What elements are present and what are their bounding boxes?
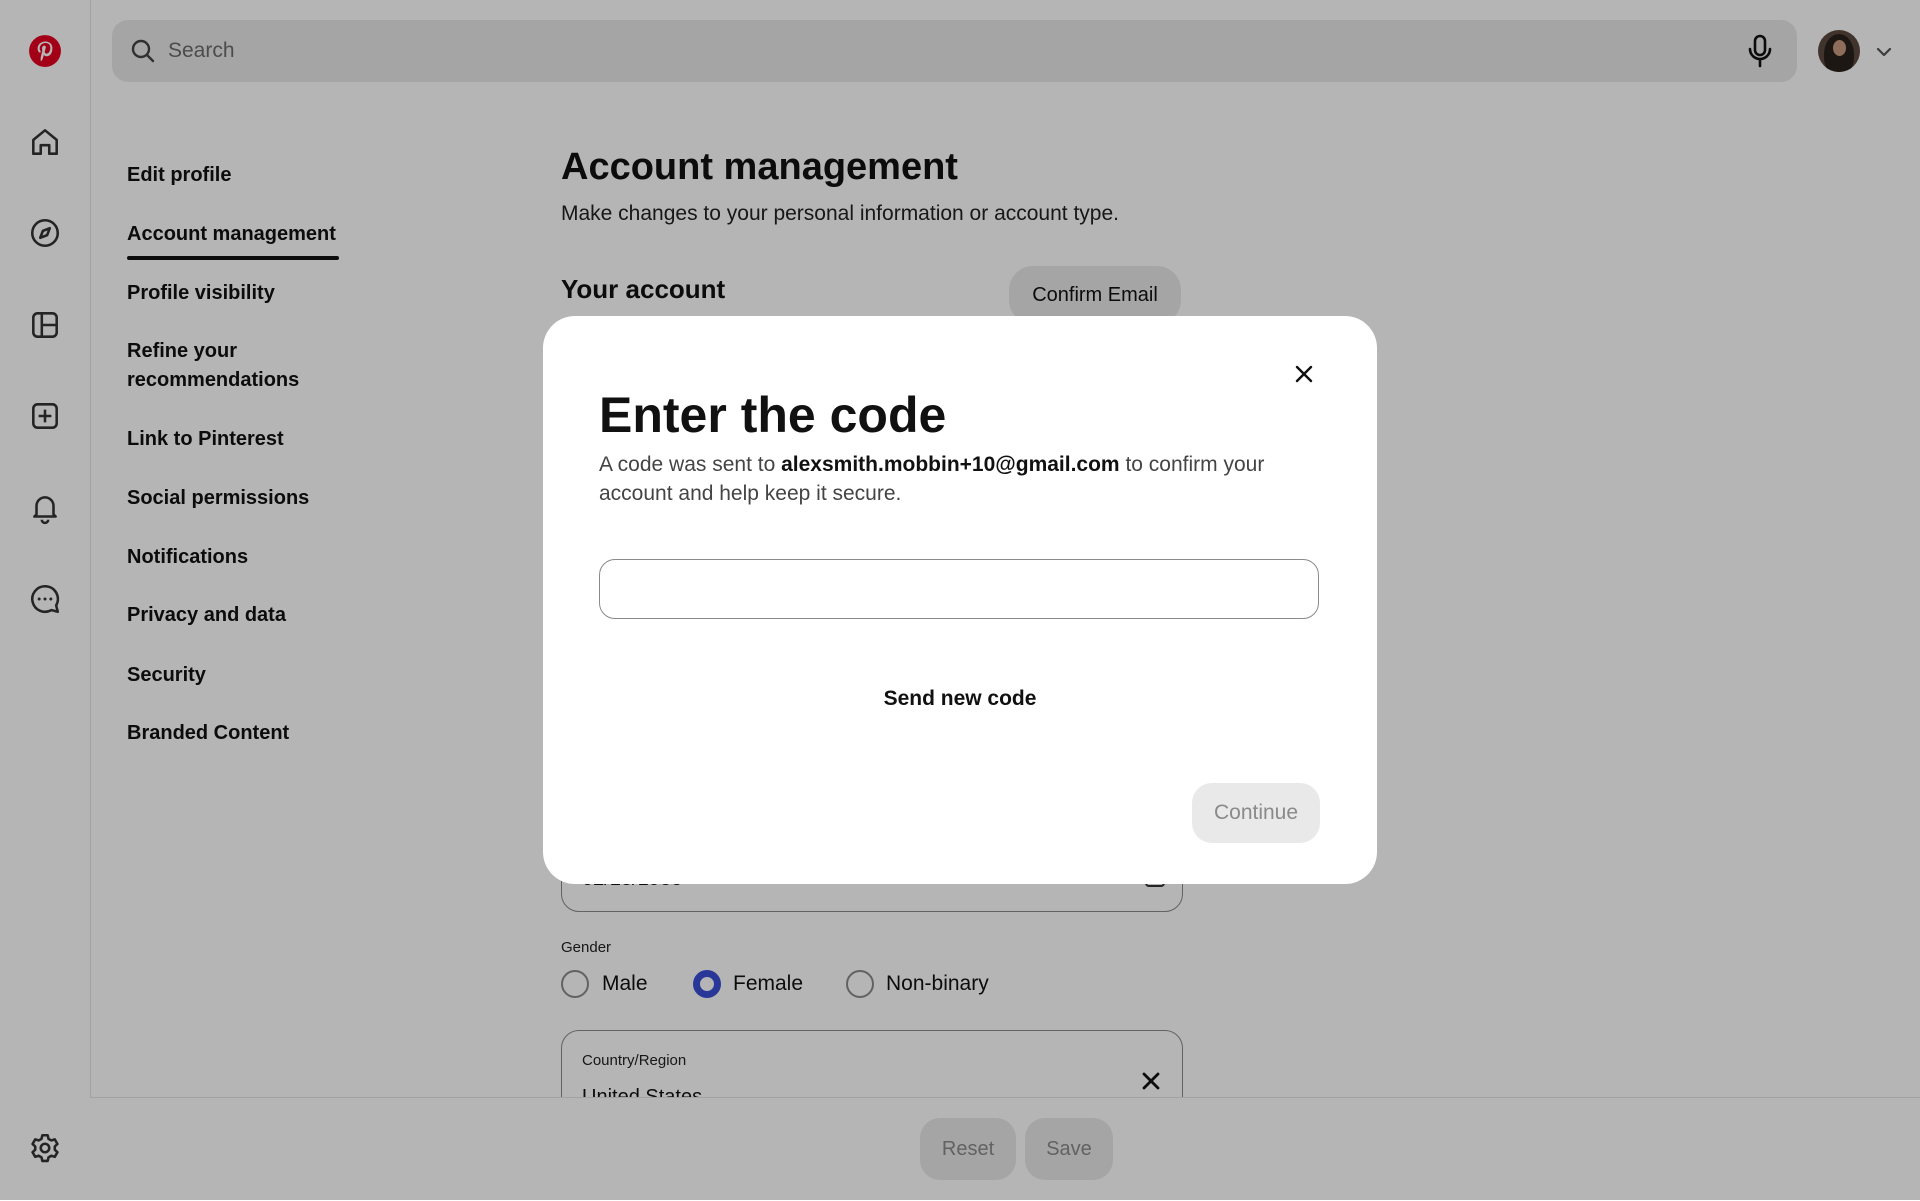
dialog-description: A code was sent to alexsmith.mobbin+10@g… xyxy=(599,450,1299,508)
enter-code-dialog: Enter the code A code was sent to alexsm… xyxy=(543,316,1377,884)
description-prefix: A code was sent to xyxy=(599,453,782,476)
close-button[interactable] xyxy=(1287,357,1321,391)
code-input[interactable] xyxy=(599,559,1319,619)
send-new-code-button[interactable]: Send new code xyxy=(543,687,1377,711)
dialog-title: Enter the code xyxy=(599,387,947,443)
continue-button[interactable]: Continue xyxy=(1192,783,1320,843)
close-icon xyxy=(1295,365,1313,383)
email-address: alexsmith.mobbin+10@gmail.com xyxy=(781,453,1120,476)
